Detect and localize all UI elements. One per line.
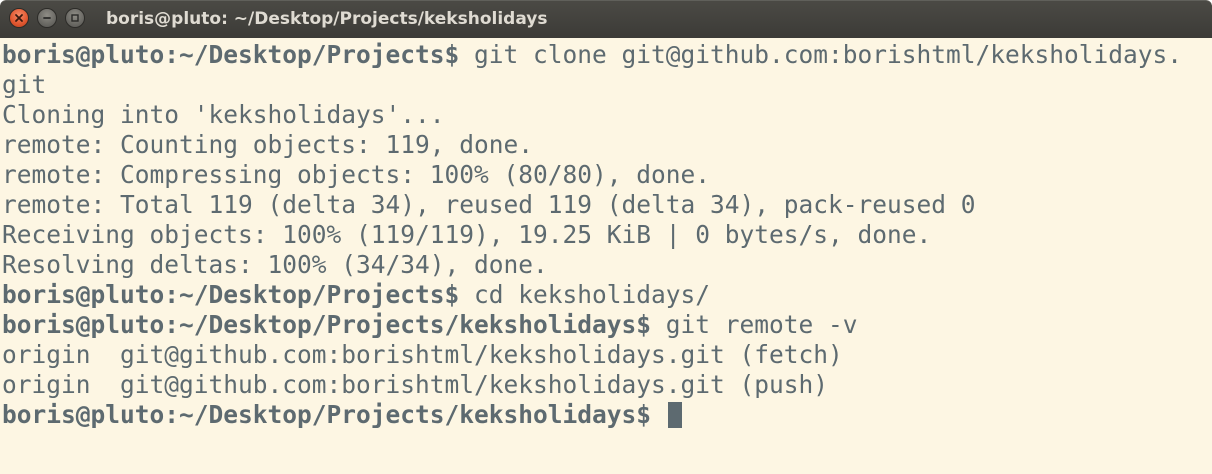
- output-text: remote: Total 119 (delta 34), reused 119…: [2, 190, 976, 219]
- terminal-window: boris@pluto: ~/Desktop/Projects/keksholi…: [0, 0, 1212, 474]
- prompt-path: ~/Desktop/Projects$: [179, 40, 460, 69]
- prompt-path: ~/Desktop/Projects/keksholidays$: [179, 400, 652, 429]
- close-icon: [15, 14, 23, 22]
- output-text: remote: Compressing objects: 100% (80/80…: [2, 160, 711, 189]
- command-text: cd keksholidays/: [459, 280, 711, 309]
- terminal-line: git: [2, 70, 1212, 100]
- output-text: origin git@github.com:borishtml/keksholi…: [2, 340, 843, 369]
- minimize-icon: [43, 17, 51, 19]
- output-text: Resolving deltas: 100% (34/34), done.: [2, 250, 548, 279]
- terminal-line: boris@pluto:~/Desktop/Projects/keksholid…: [2, 400, 1212, 430]
- terminal-line: remote: Counting objects: 119, done.: [2, 130, 1212, 160]
- terminal-line: boris@pluto:~/Desktop/Projects$ git clon…: [2, 40, 1212, 70]
- minimize-button[interactable]: [37, 8, 57, 28]
- command-text: git clone git@github.com:borishtml/keksh…: [459, 40, 1183, 69]
- prompt-user: boris@pluto: [2, 400, 165, 429]
- close-button[interactable]: [9, 8, 29, 28]
- terminal-line: origin git@github.com:borishtml/keksholi…: [2, 370, 1212, 400]
- title-bar[interactable]: boris@pluto: ~/Desktop/Projects/keksholi…: [0, 0, 1212, 38]
- prompt-separator: :: [164, 310, 180, 339]
- terminal-line: boris@pluto:~/Desktop/Projects$ cd keksh…: [2, 280, 1212, 310]
- terminal-line: Receiving objects: 100% (119/119), 19.25…: [2, 220, 1212, 250]
- prompt-path: ~/Desktop/Projects$: [179, 280, 460, 309]
- maximize-icon: [71, 14, 79, 22]
- prompt-user: boris@pluto: [2, 40, 165, 69]
- window-title: boris@pluto: ~/Desktop/Projects/keksholi…: [106, 9, 548, 29]
- output-text: origin git@github.com:borishtml/keksholi…: [2, 370, 829, 399]
- terminal-line: Cloning into 'keksholidays'...: [2, 100, 1212, 130]
- output-text: Cloning into 'keksholidays'...: [2, 100, 445, 129]
- prompt-user: boris@pluto: [2, 280, 165, 309]
- command-text: git remote -v: [651, 310, 858, 339]
- prompt-separator: :: [164, 280, 180, 309]
- prompt-user: boris@pluto: [2, 310, 165, 339]
- prompt-path: ~/Desktop/Projects/keksholidays$: [179, 310, 652, 339]
- prompt-separator: :: [164, 400, 180, 429]
- terminal-line: remote: Total 119 (delta 34), reused 119…: [2, 190, 1212, 220]
- text-cursor: [667, 402, 682, 428]
- terminal-line: remote: Compressing objects: 100% (80/80…: [2, 160, 1212, 190]
- terminal-output[interactable]: boris@pluto:~/Desktop/Projects$ git clon…: [0, 40, 1212, 474]
- maximize-button[interactable]: [65, 8, 85, 28]
- command-text: [651, 400, 666, 429]
- output-text: Receiving objects: 100% (119/119), 19.25…: [2, 220, 932, 249]
- terminal-line: Resolving deltas: 100% (34/34), done.: [2, 250, 1212, 280]
- output-text: remote: Counting objects: 119, done.: [2, 130, 534, 159]
- output-text: git: [2, 70, 47, 99]
- terminal-line: boris@pluto:~/Desktop/Projects/keksholid…: [2, 310, 1212, 340]
- prompt-separator: :: [164, 40, 180, 69]
- terminal-line: origin git@github.com:borishtml/keksholi…: [2, 340, 1212, 370]
